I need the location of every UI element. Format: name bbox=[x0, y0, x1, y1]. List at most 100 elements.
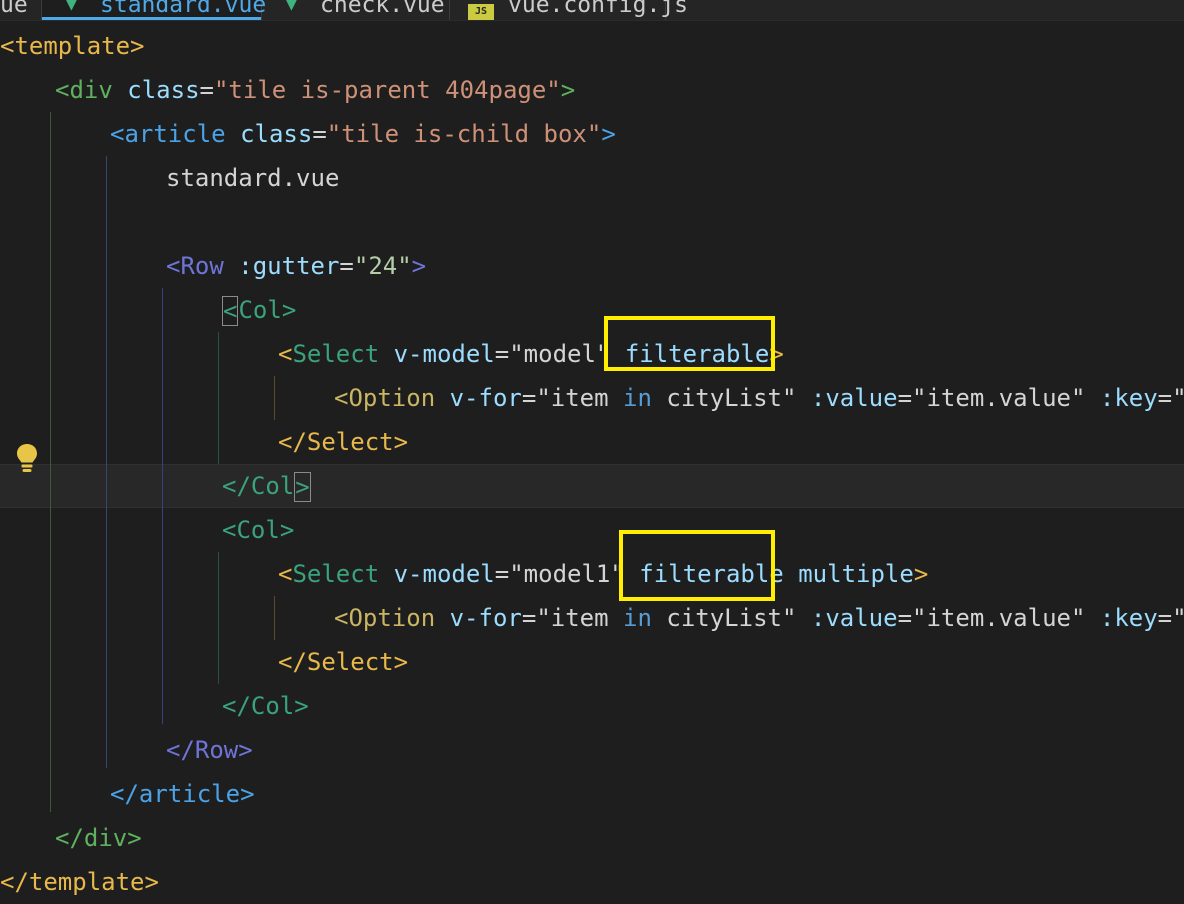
code-line-4: standard.vue bbox=[166, 156, 339, 200]
code-token: :key bbox=[1099, 384, 1158, 412]
code-editor[interactable]: <template> <div class="tile is-parent 40… bbox=[0, 24, 1184, 896]
code-line-20: </template> bbox=[0, 860, 159, 904]
code-token: "24" bbox=[353, 252, 412, 280]
indent-guide bbox=[50, 112, 51, 812]
code-line-3: <article class="tile is-child box"> bbox=[110, 112, 616, 156]
code-token: > bbox=[281, 296, 297, 324]
code-token: = bbox=[897, 604, 913, 632]
code-token: " bbox=[781, 384, 797, 412]
code-token: v-model bbox=[393, 560, 495, 588]
tab-check-vue[interactable]: ▼ check.vue bbox=[262, 0, 450, 20]
code-token: "tile is-parent 404page" bbox=[213, 76, 561, 104]
tab-standard-vue[interactable]: ▼ standard.vue bbox=[42, 0, 266, 20]
code-token: "item bbox=[536, 384, 624, 412]
code-token: "model" bbox=[509, 340, 611, 368]
code-line-10: </Select> bbox=[278, 420, 408, 464]
code-line-11: </Col> bbox=[222, 464, 311, 508]
code-token: :gutter bbox=[238, 252, 340, 280]
indent-guide bbox=[218, 552, 219, 684]
code-token: </ bbox=[55, 824, 84, 852]
code-token: > bbox=[601, 120, 616, 148]
code-token: multiple bbox=[798, 560, 914, 588]
code-token: in bbox=[623, 604, 652, 632]
code-token: = bbox=[494, 560, 510, 588]
code-token: > bbox=[560, 76, 576, 104]
code-token: div bbox=[83, 824, 128, 852]
code-token: in bbox=[623, 384, 652, 412]
code-token: :key bbox=[1099, 604, 1158, 632]
code-line-17: </Row> bbox=[166, 728, 253, 772]
code-token: Col bbox=[250, 692, 295, 720]
code-token: > bbox=[127, 824, 142, 852]
code-token: < bbox=[278, 340, 293, 368]
indent-guide bbox=[274, 376, 275, 420]
code-token: article bbox=[138, 780, 241, 808]
code-line-2: <div class="tile is-parent 404page"> bbox=[55, 68, 575, 112]
code-token: > bbox=[130, 32, 145, 60]
code-token: Option bbox=[348, 384, 436, 412]
code-token: Select bbox=[292, 560, 380, 588]
code-token: :value bbox=[810, 604, 898, 632]
code-line-12: <Col> bbox=[222, 508, 294, 552]
tab-vue-config-js[interactable]: JS vue.config.js bbox=[450, 0, 688, 20]
tab-partial-vue[interactable]: ue bbox=[0, 0, 42, 20]
code-line-19: </div> bbox=[55, 816, 142, 860]
code-token: template bbox=[14, 32, 131, 60]
code-token: = bbox=[312, 120, 327, 148]
code-token: > bbox=[294, 692, 309, 720]
current-line-highlight bbox=[0, 464, 1184, 508]
code-token: = bbox=[1157, 384, 1173, 412]
code-token: > bbox=[393, 648, 409, 676]
indent-guide bbox=[106, 156, 107, 768]
code-token: = bbox=[339, 252, 354, 280]
code-line-13: <Select v-model="model1" filterable mult… bbox=[278, 552, 928, 596]
code-token: "item bbox=[536, 604, 624, 632]
code-token: = bbox=[1157, 604, 1173, 632]
tab-label: ue bbox=[0, 0, 28, 18]
code-token: "model1" bbox=[509, 560, 625, 588]
editor-tab-bar: ue ▼ standard.vue ▼ check.vue JS vue.con… bbox=[0, 0, 1184, 21]
code-token: Row bbox=[194, 736, 239, 764]
code-token: standard.vue bbox=[166, 164, 340, 192]
code-token: article bbox=[124, 120, 226, 148]
code-token: :value bbox=[810, 384, 898, 412]
code-token: < bbox=[334, 384, 349, 412]
code-token: < bbox=[334, 604, 349, 632]
code-token: Select bbox=[306, 428, 394, 456]
code-token: </ bbox=[278, 648, 307, 676]
code-line-14: <Option v-for="item in cityList" :value=… bbox=[334, 596, 1184, 640]
code-token: v-model bbox=[393, 340, 495, 368]
code-token: < bbox=[166, 252, 181, 280]
code-token: cityList bbox=[651, 604, 782, 632]
code-token: = bbox=[897, 384, 913, 412]
code-token: </ bbox=[222, 472, 251, 500]
code-token: Col bbox=[238, 296, 282, 324]
vue-file-icon: ▼ bbox=[286, 0, 297, 15]
code-token: > bbox=[913, 560, 929, 588]
code-token: Select bbox=[292, 340, 380, 368]
code-token: Col bbox=[236, 516, 280, 544]
tab-label: vue.config.js bbox=[508, 0, 689, 18]
code-token: Col bbox=[250, 472, 295, 500]
code-token: > bbox=[240, 780, 255, 808]
code-token: < bbox=[278, 560, 293, 588]
code-token: "item.value" bbox=[912, 384, 1086, 412]
tab-label: check.vue bbox=[320, 0, 445, 18]
code-token: </ bbox=[278, 428, 307, 456]
matching-bracket: < bbox=[222, 296, 239, 326]
code-token: v-for bbox=[449, 604, 522, 632]
code-token: = bbox=[199, 76, 214, 104]
code-token: "tile is-child box" bbox=[326, 120, 602, 148]
code-token: < bbox=[222, 516, 237, 544]
lightbulb-icon[interactable] bbox=[16, 443, 38, 475]
js-file-icon: JS bbox=[468, 4, 494, 20]
code-line-16: </Col> bbox=[222, 684, 309, 728]
indent-guide bbox=[218, 332, 219, 464]
code-line-6: <Row :gutter="24"> bbox=[166, 244, 426, 288]
code-token: div bbox=[69, 76, 113, 104]
code-line-9: <Option v-for="item in cityList" :value=… bbox=[334, 376, 1184, 420]
matching-bracket: > bbox=[294, 472, 311, 502]
code-token: "item.value" bbox=[912, 604, 1086, 632]
code-line-18: </article> bbox=[110, 772, 255, 816]
code-token: Option bbox=[348, 604, 436, 632]
